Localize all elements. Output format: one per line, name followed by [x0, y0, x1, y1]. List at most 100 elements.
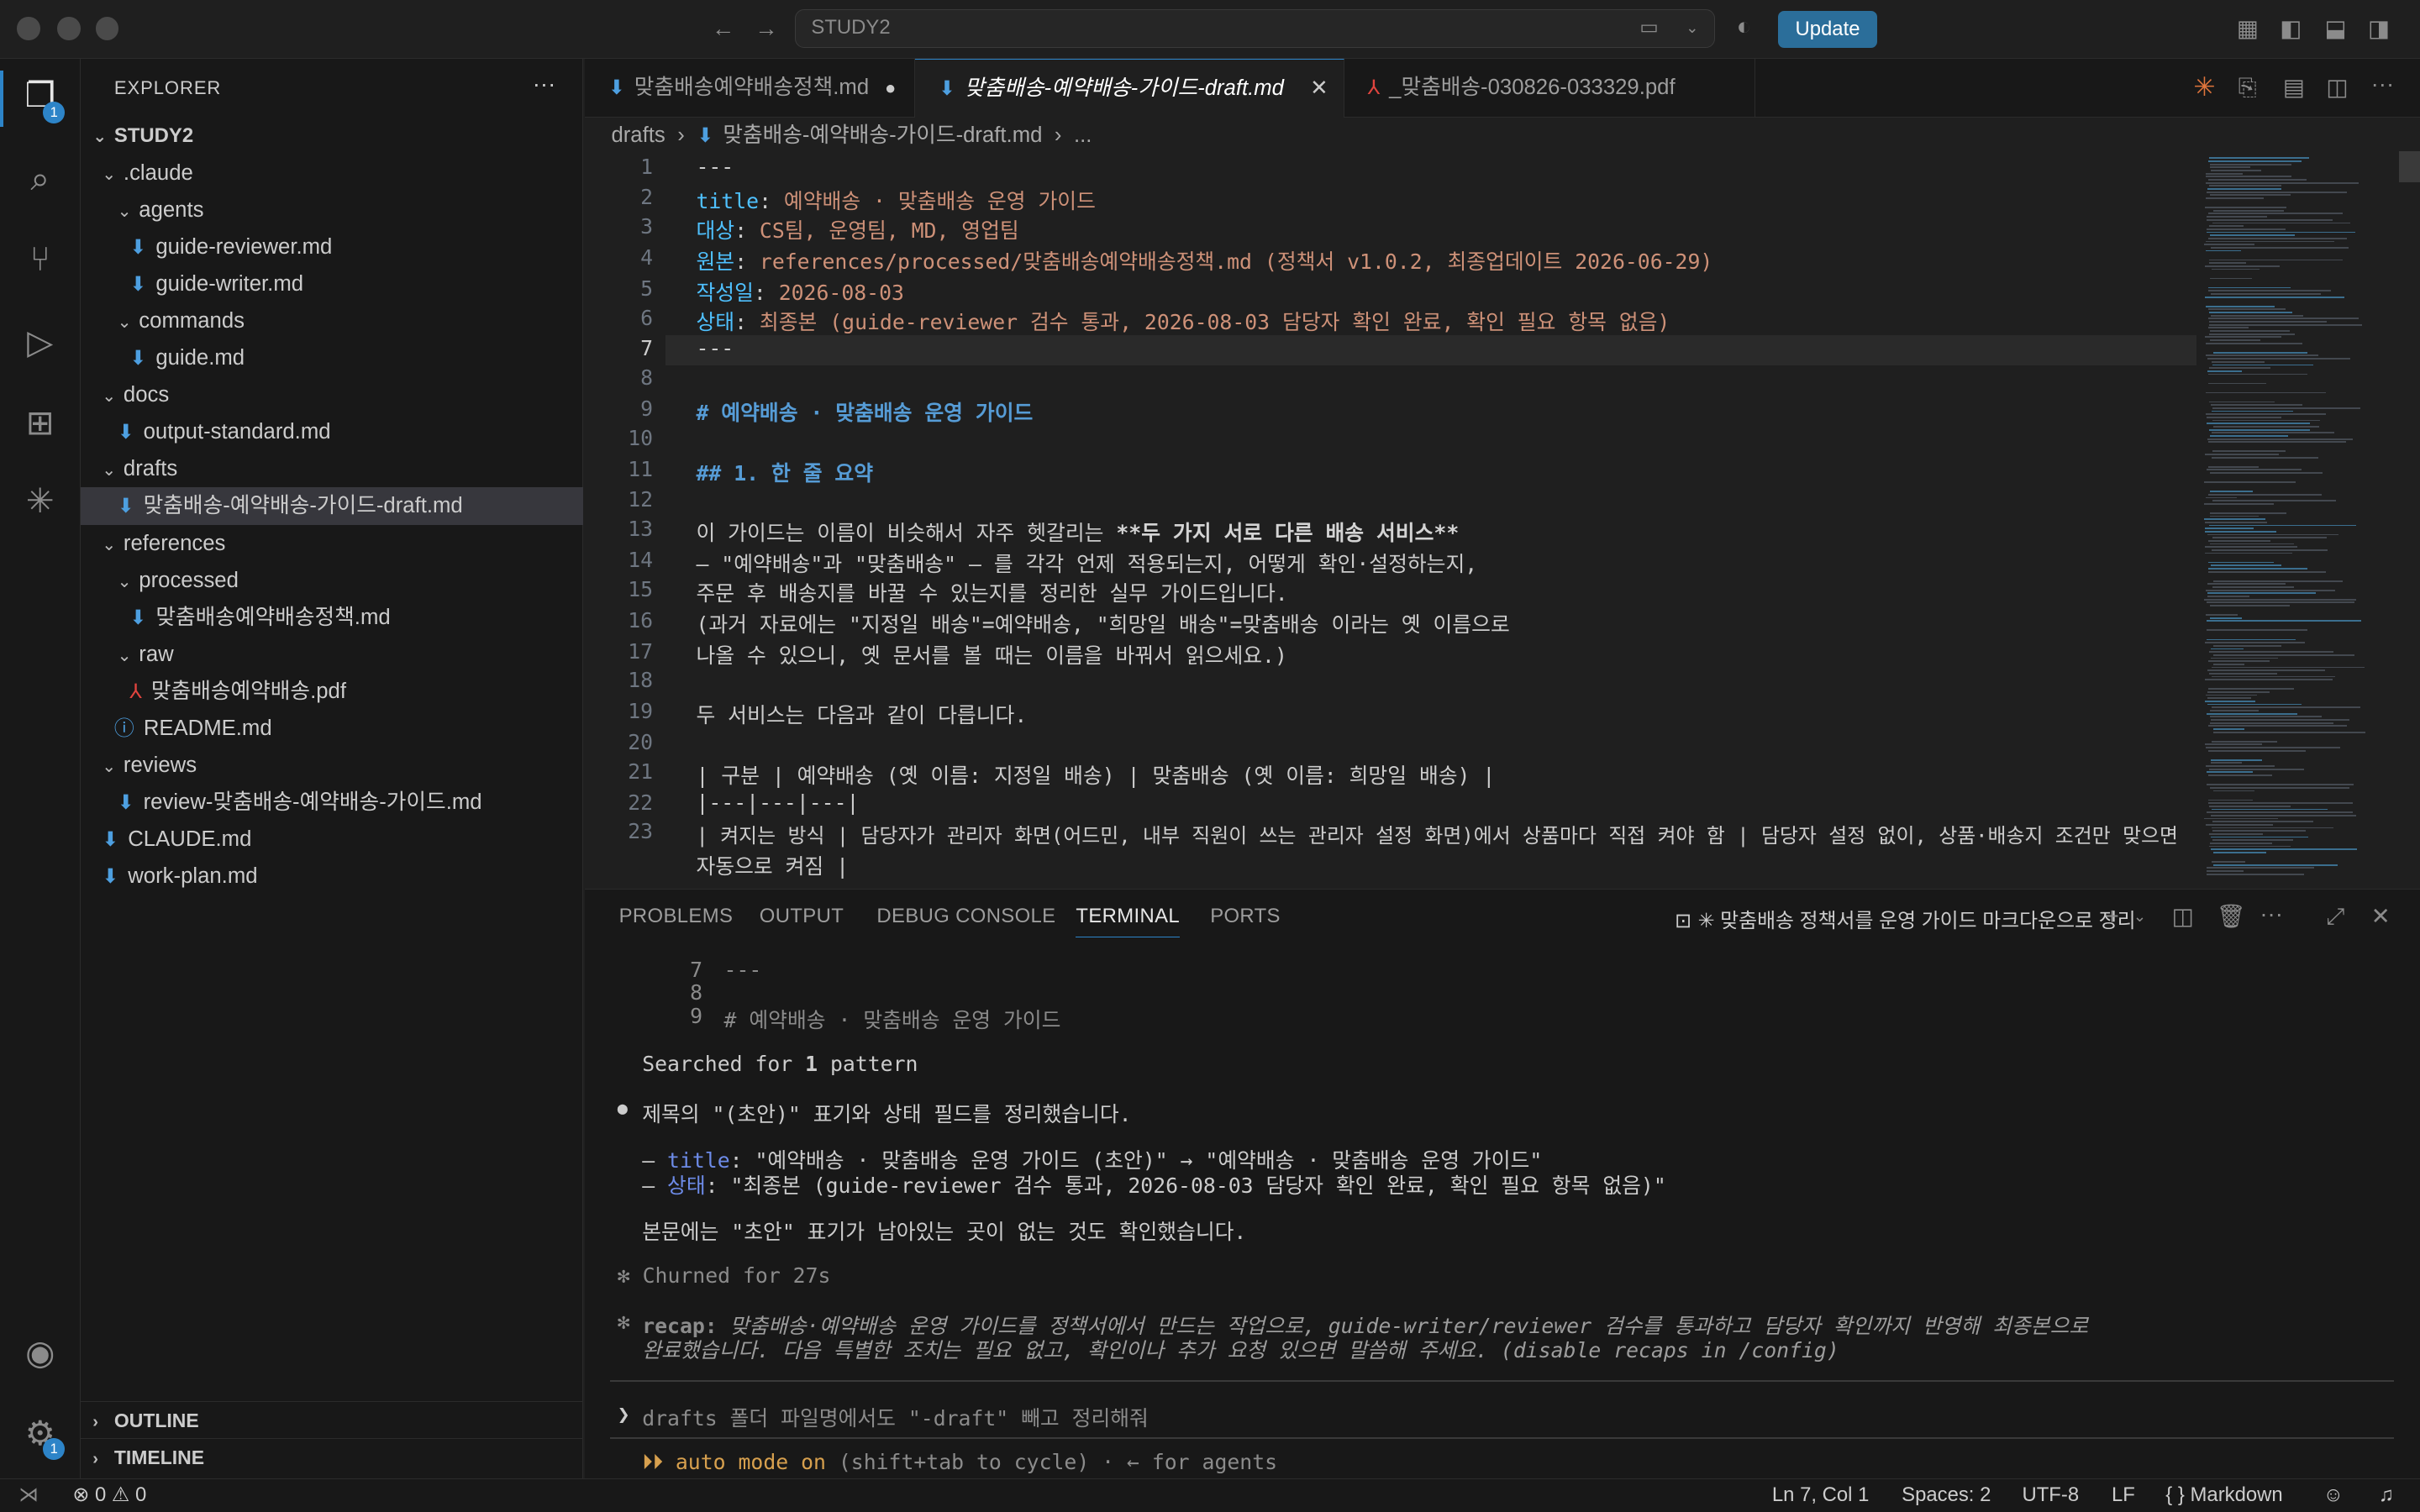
end-of-line[interactable]: LF	[2112, 1479, 2135, 1512]
chevron-down-icon: ⌄	[102, 535, 117, 554]
tab-terminal[interactable]: TERMINAL	[1076, 905, 1181, 937]
tree-file-review[interactable]: ⬇ review-맞춤배송-예약배송-가이드.md	[81, 784, 584, 821]
tab-debug-console[interactable]: DEBUG CONSOLE	[876, 905, 1055, 928]
tree-folder-commands[interactable]: ⌄ commands	[81, 302, 584, 339]
timeline-section[interactable]: › TIMELINE	[80, 1438, 584, 1475]
encoding[interactable]: UTF-8	[2022, 1479, 2079, 1512]
split-terminal-icon[interactable]: ◫	[2172, 905, 2194, 928]
minimap-line	[2205, 747, 2341, 748]
code-line: ---	[696, 154, 734, 179]
more-actions-icon[interactable]: ···	[2260, 902, 2283, 926]
tree-file-readme[interactable]: ⓘ README.md	[81, 710, 584, 747]
cursor-position[interactable]: Ln 7, Col 1	[1772, 1479, 1869, 1512]
tree-file-guide-reviewer[interactable]: ⬇ guide-reviewer.md	[81, 228, 584, 265]
tab-ports[interactable]: PORTS	[1210, 905, 1281, 928]
close-panel-icon[interactable]: ✕	[2371, 905, 2391, 928]
tree-file-guide[interactable]: ⬇ guide.md	[81, 339, 584, 376]
minimap-line	[2207, 231, 2356, 234]
language-mode[interactable]: { } Markdown	[2165, 1479, 2282, 1512]
maximize-panel-icon[interactable]: ⤢	[2326, 905, 2344, 928]
editor-scrollbar[interactable]	[2398, 151, 2420, 182]
extensions-icon[interactable]: ⊞	[18, 402, 61, 444]
chat-icon[interactable]: ▭	[1639, 10, 1659, 45]
terminal-instance[interactable]: ⊡ ✳ 맞춤배송 정책서를 운영 가이드 마크다운으로 정리	[1675, 904, 2135, 933]
customize-layout-icon[interactable]: ▦	[2237, 17, 2259, 40]
problems-indicator[interactable]: ⊗ 0 ⚠ 0	[72, 1479, 146, 1512]
new-terminal-icon[interactable]: +	[2106, 905, 2119, 928]
split-editor-icon[interactable]: ◫	[2326, 76, 2348, 99]
toggle-primary-sidebar-icon[interactable]: ◧	[2280, 17, 2302, 40]
minimap-line	[2212, 410, 2294, 412]
unsaved-dot-icon[interactable]: ●	[885, 59, 896, 118]
claude-icon[interactable]: ✳	[18, 480, 61, 522]
breadcrumb-folder[interactable]: drafts	[611, 123, 665, 147]
breadcrumb-file[interactable]: 맞춤배송-예약배송-가이드-draft.md	[723, 123, 1042, 147]
window-minimize-button[interactable]	[56, 17, 81, 40]
tree-folder-docs[interactable]: ⌄ docs	[81, 376, 584, 413]
command-center-text: STUDY2	[811, 16, 891, 39]
chevron-right-icon: ›	[677, 123, 685, 148]
tab-pdf[interactable]: ⅄ _맞춤배송-030826-033329.pdf	[1344, 58, 1755, 118]
tree-file-guide-writer[interactable]: ⬇ guide-writer.md	[81, 265, 584, 302]
prompt-input[interactable]: drafts 폴더 파일명에서도 "-draft" 빼고 정리해줘	[642, 1402, 1149, 1432]
indentation[interactable]: Spaces: 2	[1902, 1479, 1991, 1512]
minimap-line	[2211, 293, 2321, 295]
toggle-secondary-sidebar-icon[interactable]: ◨	[2368, 17, 2390, 40]
tree-file-work-plan[interactable]: ⬇ work-plan.md	[81, 858, 584, 895]
tab-problems[interactable]: PROBLEMS	[619, 905, 734, 928]
toggle-panel-icon[interactable]: ⬓	[2325, 17, 2347, 40]
window-maximize-button[interactable]	[95, 17, 119, 40]
more-actions-icon[interactable]: ···	[2371, 72, 2395, 96]
minimap-line	[2207, 799, 2254, 801]
preview-icon[interactable]: ▤	[2283, 76, 2305, 99]
tree-file-policy-pdf[interactable]: ⅄ 맞춤배송예약배송.pdf	[81, 673, 584, 710]
line-number: 16	[628, 607, 654, 633]
command-center-search[interactable]: STUDY2 ▭ ⌄	[795, 9, 1715, 48]
search-icon[interactable]: ⌕	[18, 157, 61, 200]
account-icon[interactable]: ◉	[18, 1331, 61, 1374]
chevron-down-icon[interactable]: ⌄	[2133, 905, 2146, 928]
tab-guide-draft[interactable]: ⬇ 맞춤배송-예약배송-가이드-draft.md ✕	[915, 58, 1344, 118]
close-icon[interactable]: ✕	[1310, 60, 1328, 118]
claude-spark-icon[interactable]: ✳	[2193, 74, 2215, 100]
chevron-down-icon[interactable]: ⌄	[1686, 10, 1698, 45]
forward-arrow-icon[interactable]: →	[755, 17, 778, 40]
tree-folder-reviews[interactable]: ⌄ reviews	[81, 747, 584, 784]
chevron-right-icon: ›	[1054, 123, 1062, 148]
code-editor[interactable]: 1 2 3 4 5 6 7 8 9 10 11 12 13 14 15 16 17 18 19 20 21 22 23 --…	[585, 151, 2197, 889]
tree-folder-claude[interactable]: ⌄ .claude	[81, 155, 584, 192]
line-number: 4	[640, 245, 654, 270]
outline-section[interactable]: › OUTLINE	[80, 1400, 584, 1438]
minimap-line	[2204, 642, 2306, 643]
copilot-icon[interactable]: ◐	[1737, 14, 1752, 39]
code-line: 상태: 최종본 (guide-reviewer 검수 통과, 2026-08-0…	[696, 309, 1670, 334]
tree-file-policy-md[interactable]: ⬇ 맞춤배송예약배송정책.md	[81, 599, 584, 636]
trash-icon[interactable]: 🗑	[2217, 905, 2246, 928]
bell-icon[interactable]: ♫	[2379, 1479, 2394, 1512]
breadcrumb-more[interactable]: ...	[1074, 123, 1092, 147]
tree-root-study2[interactable]: ⌄ STUDY2	[81, 118, 584, 155]
tree-folder-agents[interactable]: ⌄ agents	[81, 192, 584, 228]
copilot-status-icon[interactable]: ☺	[2323, 1479, 2344, 1512]
tree-folder-references[interactable]: ⌄ references	[81, 525, 584, 562]
minimap[interactable]	[2198, 151, 2399, 889]
bottom-panel: PROBLEMS OUTPUT DEBUG CONSOLE TERMINAL P…	[585, 889, 2420, 1478]
source-control-icon[interactable]: ⑂	[18, 238, 61, 281]
tree-file-output-standard[interactable]: ⬇ output-standard.md	[81, 413, 584, 450]
tree-folder-processed[interactable]: ⌄ processed	[81, 562, 584, 599]
run-debug-icon[interactable]: ▷	[18, 321, 61, 364]
update-button[interactable]: Update	[1778, 10, 1877, 48]
recap-star-icon: ✻	[617, 1309, 630, 1334]
tab-output[interactable]: OUTPUT	[760, 905, 844, 928]
more-actions-icon[interactable]: ···	[533, 71, 556, 97]
open-changes-icon[interactable]: ⎘	[2238, 76, 2257, 99]
tree-file-draft-selected[interactable]: ⬇ 맞춤배송-예약배송-가이드-draft.md	[80, 487, 584, 525]
tree-file-claude-md[interactable]: ⬇ CLAUDE.md	[81, 821, 584, 858]
tree-folder-raw[interactable]: ⌄ raw	[81, 636, 584, 673]
tree-folder-drafts[interactable]: ⌄ drafts	[81, 450, 584, 487]
current-line-highlight	[665, 334, 2197, 366]
tab-policy-md[interactable]: ⬇ 맞춤배송예약배송정책.md ●	[585, 58, 916, 118]
back-arrow-icon[interactable]: ←	[712, 17, 735, 40]
remote-icon[interactable]: ⋊	[18, 1479, 39, 1512]
window-close-button[interactable]	[17, 17, 40, 40]
